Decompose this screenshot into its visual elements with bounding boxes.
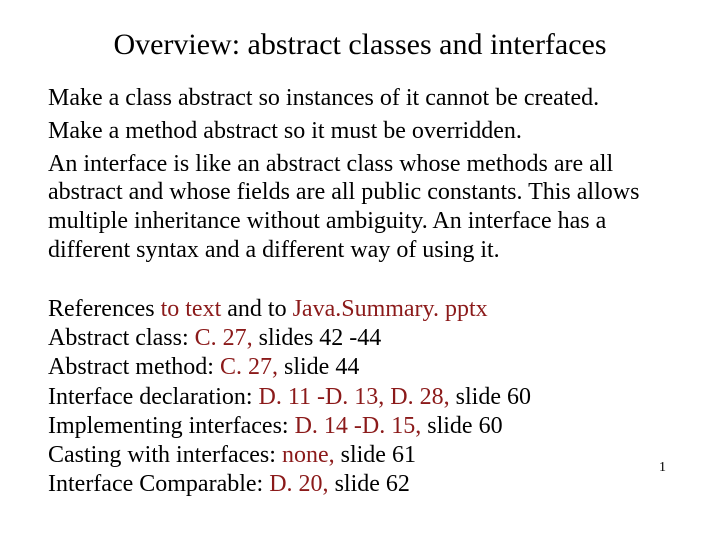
ref-slides: slide 44 — [278, 354, 359, 380]
ref-link: C. 27, — [220, 354, 278, 380]
ref-link: D. 14 -D. 15, — [295, 413, 422, 439]
ref-label: Abstract method: — [48, 354, 220, 380]
slide-title: Overview: abstract classes and interface… — [48, 28, 672, 62]
body-paragraph-1: Make a class abstract so instances of it… — [48, 84, 672, 113]
ref-label: Abstract class: — [48, 325, 195, 351]
ref-heading-text-b: to text — [161, 296, 222, 322]
ref-slides: slides 42 -44 — [253, 325, 382, 351]
ref-link: D. 20, — [269, 471, 328, 497]
ref-heading-text-c: and to — [221, 296, 292, 322]
spacer — [48, 269, 672, 295]
ref-label: Interface Comparable: — [48, 471, 269, 497]
ref-slides: slide 62 — [329, 471, 410, 497]
ref-implementing-interfaces: Implementing interfaces: D. 14 -D. 15, s… — [48, 412, 672, 441]
ref-abstract-method: Abstract method: C. 27, slide 44 — [48, 353, 672, 382]
body-paragraph-2: Make a method abstract so it must be ove… — [48, 117, 672, 146]
ref-label: Interface declaration: — [48, 384, 259, 410]
ref-slides: slide 60 — [450, 384, 531, 410]
ref-slides: slide 60 — [421, 413, 502, 439]
ref-interface-comparable: Interface Comparable: D. 20, slide 62 — [48, 470, 672, 499]
ref-heading-text-a: References — [48, 296, 161, 322]
body-paragraph-3: An interface is like an abstract class w… — [48, 150, 672, 265]
ref-link: none, — [282, 442, 335, 468]
ref-slides: slide 61 — [335, 442, 416, 468]
ref-label: Casting with interfaces: — [48, 442, 282, 468]
ref-heading-text-d: Java.Summary. pptx — [293, 296, 488, 322]
ref-casting-interfaces: Casting with interfaces: none, slide 61 — [48, 441, 672, 470]
ref-abstract-class: Abstract class: C. 27, slides 42 -44 — [48, 324, 672, 353]
ref-link: D. 11 -D. 13, D. 28, — [259, 384, 450, 410]
references-heading: References to text and to Java.Summary. … — [48, 295, 672, 324]
slide: Overview: abstract classes and interface… — [0, 0, 720, 540]
page-number: 1 — [659, 460, 666, 476]
ref-label: Implementing interfaces: — [48, 413, 295, 439]
ref-interface-declaration: Interface declaration: D. 11 -D. 13, D. … — [48, 383, 672, 412]
ref-link: C. 27, — [195, 325, 253, 351]
